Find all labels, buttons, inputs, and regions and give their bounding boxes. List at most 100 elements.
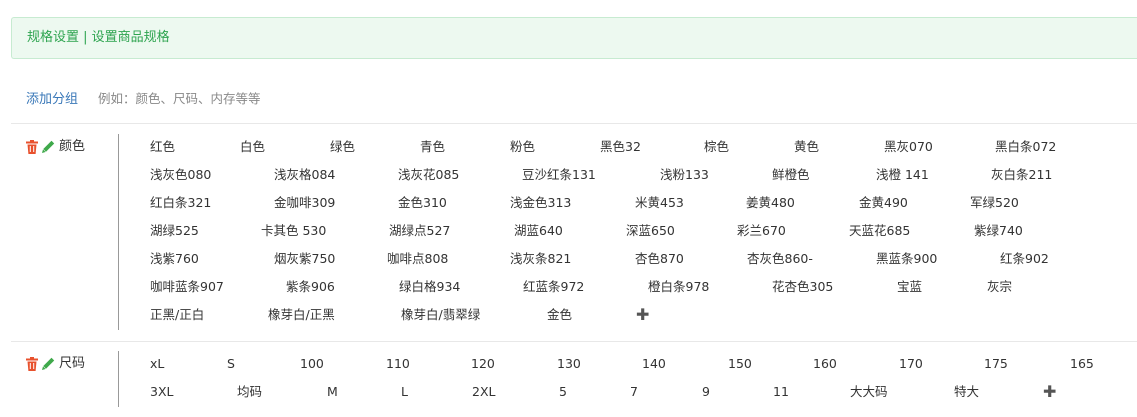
spec-value[interactable]: xL — [150, 354, 164, 374]
spec-value[interactable]: 军绿520 — [970, 193, 1019, 213]
spec-value[interactable]: 米黄453 — [635, 193, 684, 213]
spec-value[interactable]: 160 — [813, 354, 837, 374]
divider — [11, 341, 1137, 342]
trash-icon[interactable] — [26, 357, 38, 371]
spec-value-row: 红色 白色 绿色 青色 粉色 黑色32 棕色 黄色 黑灰070 黑白条072 — [150, 137, 1137, 165]
spec-value[interactable]: 橡芽白/正黑 — [268, 305, 335, 325]
spec-value-row: 正黑/正白 橡芽白/正黑 橡芽白/翡翠绿 金色 ✚ — [150, 305, 1137, 333]
spec-value[interactable]: 鲜橙色 — [772, 165, 810, 185]
spec-value[interactable]: 红条902 — [1000, 249, 1049, 269]
spec-value[interactable]: S — [227, 354, 235, 374]
spec-value[interactable]: 棕色 — [704, 137, 729, 157]
spec-value[interactable]: 浅灰条821 — [510, 249, 571, 269]
spec-value[interactable]: 红色 — [150, 137, 175, 157]
spec-value[interactable]: 咖啡点808 — [387, 249, 448, 269]
spec-value[interactable]: M — [327, 382, 338, 402]
add-value-plus-icon[interactable]: ✚ — [1043, 382, 1056, 402]
spec-value[interactable]: 11 — [773, 382, 789, 402]
spec-value[interactable]: 橙白条978 — [648, 277, 709, 297]
spec-value[interactable]: 110 — [386, 354, 410, 374]
spec-value[interactable]: 黑色32 — [600, 137, 641, 157]
spec-value[interactable]: 豆沙红条131 — [522, 165, 596, 185]
spec-value[interactable]: 大大码 — [850, 382, 888, 402]
spec-value[interactable]: 175 — [984, 354, 1008, 374]
spec-value[interactable]: 杏灰色860- — [747, 249, 813, 269]
spec-value[interactable]: 黄色 — [794, 137, 819, 157]
toolbar: 添加分组 例如：颜色、尺码、内存等等 — [26, 89, 261, 109]
trash-icon[interactable] — [26, 140, 38, 154]
spec-value[interactable]: 120 — [471, 354, 495, 374]
spec-value[interactable]: 正黑/正白 — [150, 305, 204, 325]
spec-value[interactable]: 5 — [559, 382, 567, 402]
spec-value[interactable]: 150 — [728, 354, 752, 374]
spec-value[interactable]: 灰白条211 — [991, 165, 1052, 185]
spec-value[interactable]: 浅金色313 — [510, 193, 571, 213]
spec-value[interactable]: 金色 — [547, 305, 572, 325]
group-separator — [118, 351, 119, 407]
spec-value[interactable]: 粉色 — [510, 137, 535, 157]
spec-value[interactable]: 140 — [642, 354, 666, 374]
spec-value[interactable]: 浅紫760 — [150, 249, 199, 269]
spec-value[interactable]: 金色310 — [398, 193, 447, 213]
spec-value[interactable]: 100 — [300, 354, 324, 374]
spec-value[interactable]: 3XL — [150, 382, 173, 402]
spec-value[interactable]: 湖蓝640 — [514, 221, 563, 241]
spec-value[interactable]: 杏色870 — [635, 249, 684, 269]
spec-group-header-color: 颜色 — [26, 137, 85, 157]
spec-group-name[interactable]: 颜色 — [59, 137, 85, 157]
spec-value[interactable]: 2XL — [472, 382, 495, 402]
spec-value[interactable]: 浅灰色080 — [150, 165, 211, 185]
spec-value[interactable]: 宝蓝 — [897, 277, 922, 297]
spec-value[interactable]: 彩兰670 — [737, 221, 786, 241]
spec-value[interactable]: 黑白条072 — [995, 137, 1056, 157]
spec-value[interactable]: 均码 — [237, 382, 262, 402]
spec-value[interactable]: 姜黄480 — [746, 193, 795, 213]
spec-value[interactable]: 湖绿点527 — [389, 221, 450, 241]
spec-value[interactable]: 灰宗 — [987, 277, 1012, 297]
spec-value[interactable]: 绿色 — [330, 137, 355, 157]
spec-values-size: xL S 100 110 120 130 140 150 160 170 175… — [150, 354, 1137, 410]
add-value-plus-icon[interactable]: ✚ — [636, 305, 649, 325]
add-group-link[interactable]: 添加分组 — [26, 92, 78, 107]
spec-value[interactable]: 金黄490 — [859, 193, 908, 213]
pencil-icon[interactable] — [42, 140, 55, 154]
spec-value[interactable]: 咖啡蓝条907 — [150, 277, 224, 297]
spec-value-row: 浅紫760 烟灰紫750 咖啡点808 浅灰条821 杏色870 杏灰色860-… — [150, 249, 1137, 277]
spec-value[interactable]: 红白条321 — [150, 193, 211, 213]
spec-value[interactable]: 深蓝650 — [626, 221, 675, 241]
spec-value[interactable]: L — [401, 382, 408, 402]
spec-value-row: 3XL 均码 M L 2XL 5 7 9 11 大大码 特大 ✚ — [150, 382, 1137, 410]
spec-value[interactable]: 170 — [899, 354, 923, 374]
spec-value[interactable]: 9 — [702, 382, 710, 402]
spec-value[interactable]: 金咖啡309 — [274, 193, 335, 213]
spec-value[interactable]: 绿白格934 — [399, 277, 460, 297]
pencil-icon[interactable] — [42, 357, 55, 371]
spec-value[interactable]: 湖绿525 — [150, 221, 199, 241]
spec-value[interactable]: 花杏色305 — [772, 277, 833, 297]
group-separator — [118, 134, 119, 330]
spec-value[interactable]: 卡其色 530 — [261, 221, 326, 241]
spec-value[interactable]: 白色 — [240, 137, 265, 157]
spec-value[interactable]: 红蓝条972 — [523, 277, 584, 297]
spec-value[interactable]: 黑灰070 — [884, 137, 933, 157]
spec-value[interactable]: 紫绿740 — [974, 221, 1023, 241]
spec-value[interactable]: 紫条906 — [286, 277, 335, 297]
spec-value-row: 湖绿525 卡其色 530 湖绿点527 湖蓝640 深蓝650 彩兰670 天… — [150, 221, 1137, 249]
spec-value[interactable]: 特大 — [954, 382, 979, 402]
spec-value[interactable]: 浅灰格084 — [274, 165, 335, 185]
spec-value[interactable]: 天蓝花685 — [849, 221, 910, 241]
spec-value[interactable]: 165 — [1070, 354, 1094, 374]
spec-value[interactable]: 130 — [557, 354, 581, 374]
spec-value[interactable]: 黑蓝条900 — [876, 249, 937, 269]
spec-value[interactable]: 青色 — [420, 137, 445, 157]
spec-values-color: 红色 白色 绿色 青色 粉色 黑色32 棕色 黄色 黑灰070 黑白条072 浅… — [150, 137, 1137, 333]
spec-value[interactable]: 橡芽白/翡翠绿 — [401, 305, 480, 325]
spec-value[interactable]: 7 — [630, 382, 638, 402]
spec-value[interactable]: 浅粉133 — [660, 165, 709, 185]
spec-group-header-size: 尺码 — [26, 354, 85, 374]
spec-value-row: 咖啡蓝条907 紫条906 绿白格934 红蓝条972 橙白条978 花杏色30… — [150, 277, 1137, 305]
spec-value[interactable]: 烟灰紫750 — [274, 249, 335, 269]
spec-value[interactable]: 浅橙 141 — [876, 165, 929, 185]
spec-group-name[interactable]: 尺码 — [59, 354, 85, 374]
spec-value[interactable]: 浅灰花085 — [398, 165, 459, 185]
